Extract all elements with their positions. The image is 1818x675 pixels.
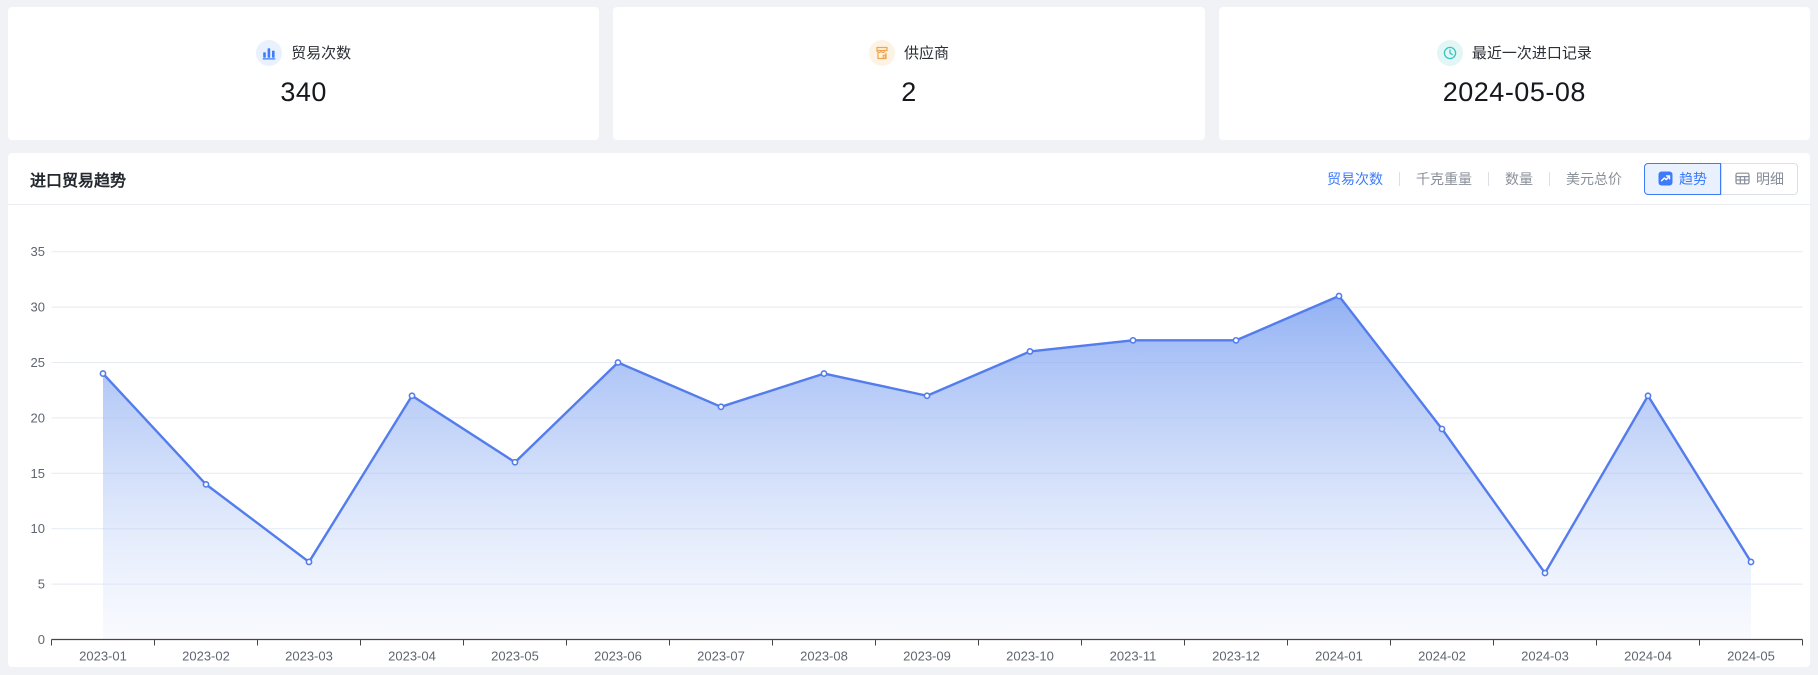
clock-icon xyxy=(1437,40,1463,66)
svg-text:2024-04: 2024-04 xyxy=(1624,649,1672,664)
stat-label: 最近一次进口记录 xyxy=(1472,42,1592,63)
svg-text:25: 25 xyxy=(31,355,45,370)
tab-trade-count[interactable]: 贸易次数 xyxy=(1327,169,1383,189)
svg-text:2023-01: 2023-01 xyxy=(79,649,127,664)
tab-kg-weight[interactable]: 千克重量 xyxy=(1416,169,1472,189)
stat-value: 340 xyxy=(280,77,327,108)
svg-text:2023-12: 2023-12 xyxy=(1212,649,1260,664)
stat-label: 贸易次数 xyxy=(291,42,351,63)
svg-text:30: 30 xyxy=(31,300,45,315)
svg-text:2023-06: 2023-06 xyxy=(594,649,642,664)
svg-text:35: 35 xyxy=(31,244,45,259)
stat-cards-row: 贸易次数 340 供应商 2 最 xyxy=(0,0,1818,140)
svg-text:2024-05: 2024-05 xyxy=(1727,649,1775,664)
svg-text:5: 5 xyxy=(38,577,45,592)
tab-divider xyxy=(1399,172,1400,186)
svg-text:2023-08: 2023-08 xyxy=(800,649,848,664)
stat-card-latest-import: 最近一次进口记录 2024-05-08 xyxy=(1219,7,1810,140)
svg-text:2024-01: 2024-01 xyxy=(1315,649,1363,664)
store-icon xyxy=(869,40,895,66)
detail-view-label: 明细 xyxy=(1756,169,1784,189)
svg-text:2023-04: 2023-04 xyxy=(388,649,436,664)
trend-chart-icon xyxy=(1658,171,1673,186)
stat-value: 2024-05-08 xyxy=(1443,77,1586,108)
view-toggle-group: 趋势 明细 xyxy=(1644,163,1798,195)
svg-text:2023-03: 2023-03 xyxy=(285,649,333,664)
import-trend-panel: 进口贸易趋势 贸易次数 千克重量 数量 美元总价 xyxy=(8,153,1810,667)
svg-text:0: 0 xyxy=(38,632,45,647)
panel-title: 进口贸易趋势 xyxy=(30,167,126,191)
bar-chart-icon xyxy=(256,40,282,66)
trend-chart-canvas: 0 5 10 15 20 25 30 35 2023-01 2023-02 2023-03 2023-… xyxy=(8,205,1810,666)
detail-view-button[interactable]: 明细 xyxy=(1721,163,1798,195)
svg-text:15: 15 xyxy=(31,466,45,481)
metric-tabs: 贸易次数 千克重量 数量 美元总价 xyxy=(1327,169,1622,189)
svg-text:2023-11: 2023-11 xyxy=(1110,649,1157,664)
tab-usd-total[interactable]: 美元总价 xyxy=(1566,169,1622,189)
stat-label: 供应商 xyxy=(904,42,949,63)
svg-text:2023-10: 2023-10 xyxy=(1006,649,1054,664)
stat-card-trade-count: 贸易次数 340 xyxy=(8,7,599,140)
stat-value: 2 xyxy=(901,77,917,108)
svg-text:2024-03: 2024-03 xyxy=(1521,649,1569,664)
svg-text:2023-02: 2023-02 xyxy=(182,649,230,664)
trend-view-label: 趋势 xyxy=(1679,169,1707,189)
stat-card-suppliers: 供应商 2 xyxy=(613,7,1204,140)
svg-text:2024-02: 2024-02 xyxy=(1418,649,1466,664)
svg-text:2023-05: 2023-05 xyxy=(491,649,539,664)
tab-quantity[interactable]: 数量 xyxy=(1505,169,1533,189)
trend-area-chart[interactable]: 0 5 10 15 20 25 30 35 2023-01 2023-02 2023-03 2023-… xyxy=(8,205,1810,666)
svg-text:20: 20 xyxy=(31,410,45,425)
trend-view-button[interactable]: 趋势 xyxy=(1644,163,1721,195)
tab-divider xyxy=(1549,172,1550,186)
table-icon xyxy=(1735,171,1750,186)
tab-divider xyxy=(1488,172,1489,186)
svg-text:2023-09: 2023-09 xyxy=(903,649,951,664)
panel-header: 进口贸易趋势 贸易次数 千克重量 数量 美元总价 xyxy=(8,153,1810,205)
svg-text:10: 10 xyxy=(31,521,45,536)
svg-text:2023-07: 2023-07 xyxy=(697,649,745,664)
